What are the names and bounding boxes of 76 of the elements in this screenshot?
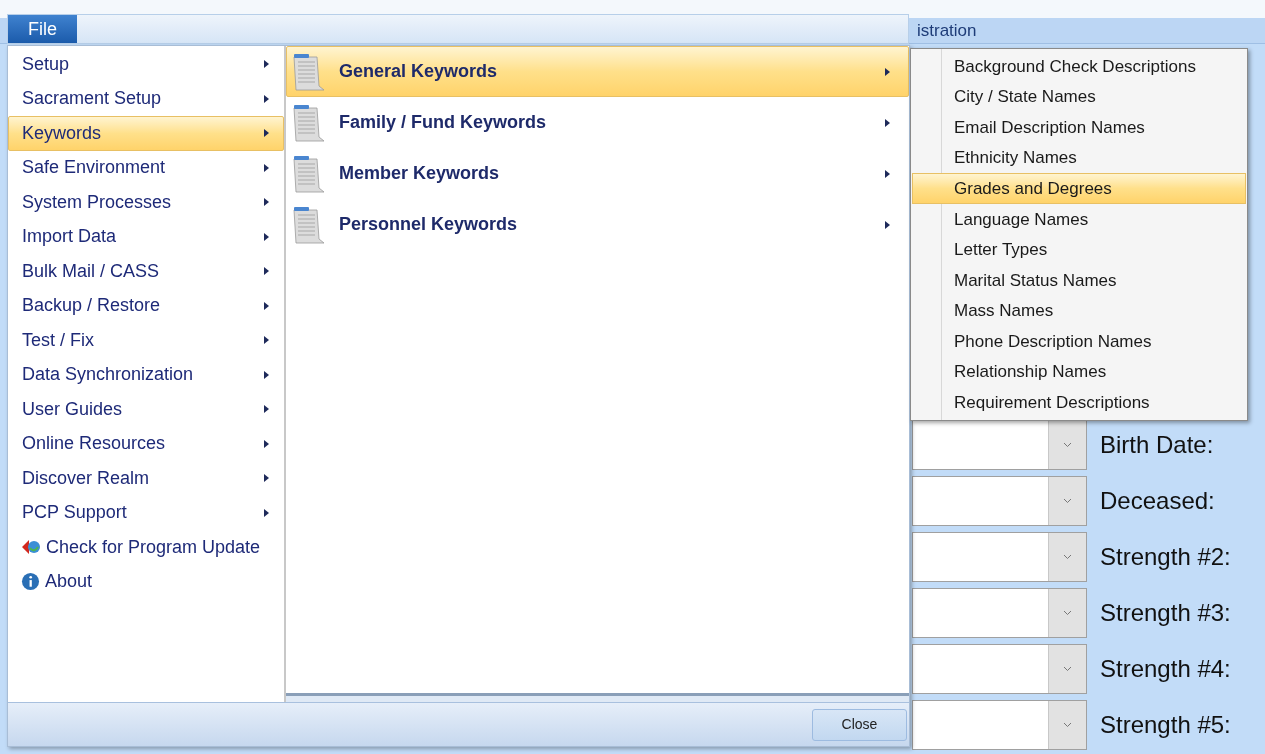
- flyout-item[interactable]: Grades and Degrees: [912, 173, 1246, 204]
- submenu-arrow-icon: [264, 439, 269, 448]
- chevron-down-icon: [1063, 442, 1072, 448]
- submenu-arrow-icon: [264, 370, 269, 379]
- chevron-down-icon: [1063, 666, 1072, 672]
- chevron-down-icon: [1063, 610, 1072, 616]
- submenu-arrow-icon: [264, 129, 269, 138]
- flyout-item[interactable]: Marital Status Names: [912, 265, 1246, 296]
- dropdown-field[interactable]: [912, 532, 1087, 582]
- field-label: Strength #5:: [1100, 710, 1231, 740]
- chevron-down-icon: [1063, 498, 1072, 504]
- submenu-item[interactable]: Family / Fund Keywords: [286, 97, 909, 148]
- flyout-item[interactable]: Mass Names: [912, 295, 1246, 327]
- menu-item[interactable]: Sacrament Setup: [8, 81, 284, 116]
- menu-item[interactable]: Online Resources: [8, 426, 284, 461]
- menu-item[interactable]: Backup / Restore: [8, 288, 284, 323]
- submenu-arrow-icon: [264, 232, 269, 241]
- menu-item[interactable]: Data Synchronization: [8, 357, 284, 392]
- document-stack-icon: [291, 153, 325, 194]
- submenu-arrow-icon: [264, 301, 269, 310]
- submenu-arrow-icon: [264, 336, 269, 345]
- field-label: Birth Date:: [1100, 430, 1214, 460]
- ribbon-tab[interactable]: istration: [917, 17, 977, 44]
- submenu-arrow-icon: [885, 220, 890, 229]
- menu-item[interactable]: System Processes: [8, 185, 284, 220]
- flyout-item[interactable]: Language Names: [912, 203, 1246, 235]
- menu-item[interactable]: Keywords: [8, 116, 284, 151]
- submenu-arrow-icon: [264, 60, 269, 69]
- menu-item[interactable]: About: [8, 564, 284, 599]
- submenu-item[interactable]: Personnel Keywords: [286, 199, 909, 250]
- dropdown-field[interactable]: [912, 644, 1087, 694]
- menu-item[interactable]: User Guides: [8, 392, 284, 427]
- info-icon: [21, 572, 40, 592]
- dropdown-field[interactable]: [912, 588, 1087, 638]
- chevron-down-icon: [1063, 722, 1072, 728]
- flyout-item[interactable]: Background Check Descriptions: [912, 51, 1246, 82]
- field-label: Strength #2:: [1100, 542, 1231, 572]
- file-tab[interactable]: File: [8, 15, 77, 43]
- submenu-arrow-icon: [885, 169, 890, 178]
- submenu-arrow-icon: [264, 474, 269, 483]
- menu-item[interactable]: Check for Program Update: [8, 530, 284, 565]
- submenu-arrow-icon: [885, 118, 890, 127]
- menu-item[interactable]: Discover Realm: [8, 461, 284, 496]
- menu-item[interactable]: PCP Support: [8, 495, 284, 530]
- menu-item[interactable]: Test / Fix: [8, 323, 284, 358]
- submenu-item[interactable]: Member Keywords: [286, 148, 909, 199]
- submenu-arrow-icon: [264, 267, 269, 276]
- submenu-arrow-icon: [264, 163, 269, 172]
- submenu-arrow-icon: [885, 67, 890, 76]
- document-stack-icon: [291, 102, 325, 143]
- flyout-item[interactable]: City / State Names: [912, 81, 1246, 113]
- document-stack-icon: [291, 204, 325, 245]
- menu-item[interactable]: Setup: [8, 47, 284, 82]
- flyout-item[interactable]: Relationship Names: [912, 356, 1246, 388]
- field-label: Strength #4:: [1100, 654, 1231, 684]
- close-button[interactable]: Close: [812, 708, 907, 741]
- submenu-arrow-icon: [264, 198, 269, 207]
- document-stack-icon: [291, 51, 325, 92]
- menu-item[interactable]: Import Data: [8, 219, 284, 254]
- field-label: Deceased:: [1100, 486, 1215, 516]
- menu-item[interactable]: Safe Environment: [8, 150, 284, 185]
- dropdown-field[interactable]: [912, 700, 1087, 750]
- flyout-item[interactable]: Email Description Names: [912, 112, 1246, 143]
- flyout-item[interactable]: Phone Description Names: [912, 326, 1246, 357]
- menu-item[interactable]: Bulk Mail / CASS: [8, 254, 284, 289]
- submenu-item[interactable]: General Keywords: [286, 46, 909, 97]
- dropdown-field[interactable]: [912, 476, 1087, 526]
- field-label: Strength #3:: [1100, 598, 1231, 628]
- flyout-item[interactable]: Letter Types: [912, 234, 1246, 266]
- submenu-arrow-icon: [264, 94, 269, 103]
- submenu-arrow-icon: [264, 508, 269, 517]
- dropdown-field[interactable]: [912, 420, 1087, 470]
- flyout-item[interactable]: Requirement Descriptions: [912, 387, 1246, 419]
- submenu-arrow-icon: [264, 405, 269, 414]
- flyout-item[interactable]: Ethnicity Names: [912, 142, 1246, 174]
- chevron-down-icon: [1063, 554, 1072, 560]
